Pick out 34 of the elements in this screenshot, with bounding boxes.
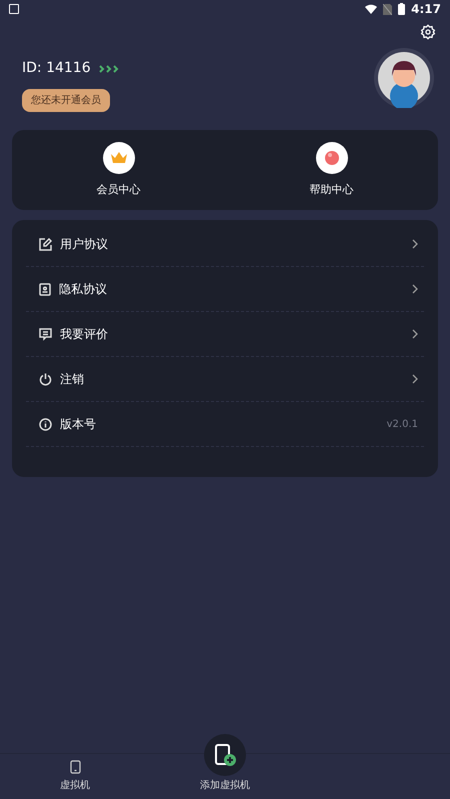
no-sim-icon: [383, 4, 392, 14]
menu-item[interactable]: 我要评价: [26, 312, 424, 357]
edit-icon: [39, 238, 52, 250]
shortcut-label[interactable]: 帮助中心: [310, 182, 354, 198]
user-id: ID: 14116: [22, 59, 91, 78]
phone-icon: [70, 760, 80, 774]
settings-icon[interactable]: [420, 24, 436, 40]
battery-icon: [398, 3, 406, 15]
menu-item[interactable]: 隐私协议: [26, 267, 424, 312]
menu-item-label: 用户协议: [60, 236, 109, 253]
membership-badge[interactable]: 您还未开通会员: [22, 89, 110, 112]
bulb-icon: [324, 150, 340, 166]
avatar-icon[interactable]: [374, 48, 434, 108]
menu-item-label: 注销: [60, 371, 85, 388]
nav-tab-label[interactable]: 添加虚拟机: [200, 778, 250, 793]
menu-item-label: 版本号: [60, 416, 97, 433]
menu-item-label: 隐私协议: [59, 281, 108, 298]
crown-icon: [110, 150, 128, 165]
menu-item[interactable]: 版本号 v2.0.1: [26, 402, 424, 447]
wifi-icon: [365, 4, 378, 14]
menu-item[interactable]: 用户协议: [26, 222, 424, 267]
version-number: v2.0.1: [386, 418, 418, 432]
phone-add-icon: [214, 743, 236, 767]
status-time: 4:17: [411, 1, 441, 18]
comment-icon: [39, 328, 52, 340]
info-icon: [39, 418, 52, 430]
power-icon: [39, 372, 52, 386]
menu-item-label: 我要评价: [60, 326, 109, 343]
add-device-button[interactable]: [204, 734, 246, 776]
shortcut-label[interactable]: 会员中心: [96, 182, 140, 198]
contact-card-icon: [39, 282, 51, 296]
chevrons-icon: [98, 64, 119, 72]
nav-tab-label[interactable]: 虚拟机: [60, 778, 90, 793]
menu-item[interactable]: 注销: [26, 357, 424, 402]
